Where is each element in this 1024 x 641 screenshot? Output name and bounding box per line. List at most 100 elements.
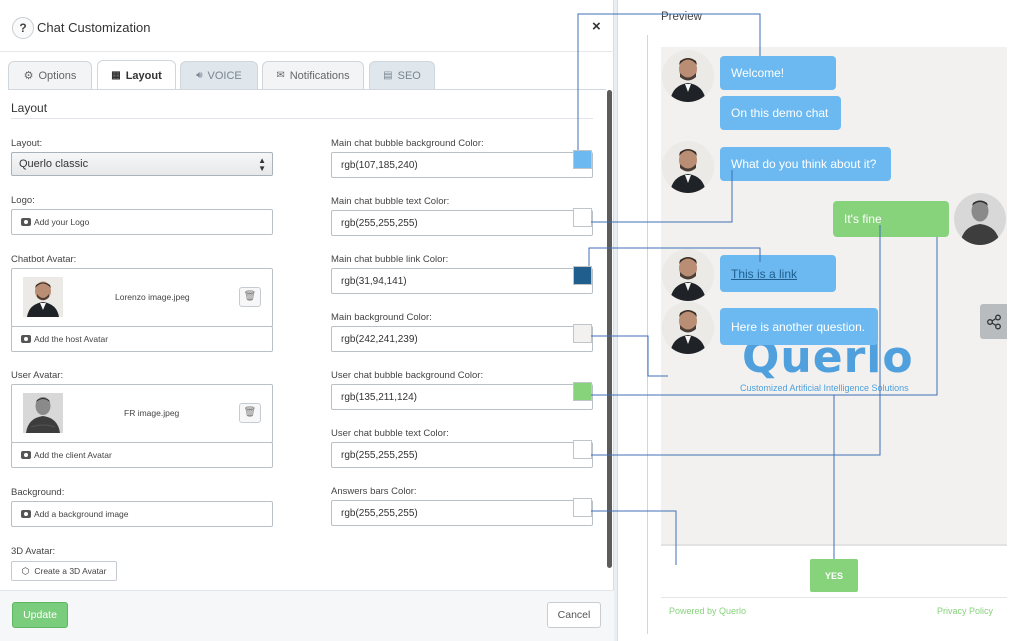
color-label-user-bubble-bg: User chat bubble background Color: [331,370,484,381]
tab-notifications[interactable]: ✉ Notifications [262,61,364,89]
color-swatch-main-background[interactable] [573,324,592,343]
panel-title: Chat Customization [37,20,151,35]
create-3d-avatar-label: Create a 3D Avatar [34,566,107,576]
layout-label: Layout: [11,138,43,149]
color-label-main-bubble-bg: Main chat bubble background Color: [331,138,484,149]
tab-notifications-label: Notifications [289,69,350,82]
tab-options[interactable]: ⚙ Options [8,61,92,89]
answer-button-yes[interactable]: YES [810,559,858,592]
add-background-button[interactable]: Add a background image [11,501,273,527]
camera-icon [21,218,31,226]
chat-bubble-user: It's fine [833,201,949,237]
color-value: rgb(135,211,124) [341,391,417,403]
color-input-main-bubble-link[interactable]: rgb(31,94,141) [331,268,593,294]
color-input-answers-bars[interactable]: rgb(255,255,255) [331,500,593,526]
color-value: rgb(31,94,141) [341,275,407,287]
color-swatch-user-bubble-text[interactable] [573,440,592,459]
powered-by-link[interactable]: Powered by Querlo [669,606,746,616]
logo-label: Logo: [11,195,35,206]
color-value: rgb(107,185,240) [341,159,418,171]
background-label: Background: [11,487,65,498]
share-icon [986,314,1001,329]
layout-icon: ▦ [111,70,121,81]
bot-avatar [662,249,714,301]
add-host-avatar-label: Add the host Avatar [34,334,109,344]
tab-seo-label: SEO [397,69,421,82]
section-divider [11,118,593,119]
close-button[interactable]: × [592,18,601,35]
layout-select[interactable]: Querlo classic ▲ ▼ [11,152,273,176]
color-input-main-bubble-bg[interactable]: rgb(107,185,240) [331,152,593,178]
cancel-button[interactable]: Cancel [547,602,601,628]
tab-divider [8,89,606,90]
camera-icon [21,335,31,343]
add-client-avatar-button[interactable]: Add the client Avatar [11,442,273,468]
color-input-user-bubble-text[interactable]: rgb(255,255,255) [331,442,593,468]
color-input-main-background[interactable]: rgb(242,241,239) [331,326,593,352]
add-logo-label: Add your Logo [34,217,90,227]
color-value: rgb(255,255,255) [341,449,418,461]
color-label-answers-bars: Answers bars Color: [331,486,417,497]
bot-avatar [662,141,714,193]
tab-seo[interactable]: ▤ SEO [369,61,435,89]
chat-bubble-bot: On this demo chat [720,96,841,130]
chatbot-avatar-label: Chatbot Avatar: [11,254,77,265]
color-swatch-main-bubble-bg[interactable] [573,150,592,169]
tab-layout-label: Layout [125,69,162,82]
color-swatch-main-bubble-text[interactable] [573,208,592,227]
chat-bubble-link[interactable]: This is a link [720,255,836,292]
color-label-user-bubble-text: User chat bubble text Color: [331,428,449,439]
bot-avatar [662,302,714,354]
panel-footer [0,590,614,641]
user-avatar [954,193,1006,245]
tab-options-label: Options [38,69,77,82]
chat-bubble-bot: Welcome! [720,56,836,90]
color-label-main-bubble-text: Main chat bubble text Color: [331,196,450,207]
tab-voice-label: VOICE [207,69,242,82]
chat-bubble-bot: What do you think about it? [720,147,891,181]
scrollbar[interactable] [607,90,612,568]
camera-icon [21,451,31,459]
help-button[interactable]: ? [12,17,34,39]
gears-icon: ⚙ [23,70,34,82]
color-swatch-main-bubble-link[interactable] [573,266,592,285]
section-title: Layout [11,101,48,115]
color-swatch-answers-bars[interactable] [573,498,592,517]
chat-bubble-bot: Here is another question. [720,308,878,345]
camera-icon [21,510,31,518]
color-swatch-user-bubble-bg[interactable] [573,382,592,401]
chatbot-avatar-filename: Lorenzo image.jpeg [115,292,190,302]
user-avatar-image [23,393,63,433]
user-avatar-filename: FR image.jpeg [124,408,180,418]
add-logo-button[interactable]: Add your Logo [11,209,273,235]
tab-voice[interactable]: 🔊︎ VOICE [180,61,258,89]
select-arrows-icon: ▲ ▼ [258,156,266,173]
share-button[interactable] [980,304,1007,339]
color-label-main-background: Main background Color: [331,312,432,323]
bot-avatar [662,50,714,102]
add-client-avatar-label: Add the client Avatar [34,450,112,460]
color-value: rgb(255,255,255) [341,217,418,229]
delete-user-avatar-button[interactable]: 🗑︎ [239,403,261,423]
trash-icon: 🗑︎ [243,291,257,302]
update-button[interactable]: Update [12,602,68,628]
color-input-user-bubble-bg[interactable]: rgb(135,211,124) [331,384,593,410]
avatar3d-label: 3D Avatar: [11,546,56,557]
envelope-icon: ✉ [276,70,285,81]
privacy-policy-link[interactable]: Privacy Policy [937,606,993,616]
trash-icon: 🗑︎ [243,407,257,418]
cube-icon: ⬡ [21,565,30,576]
delete-chatbot-avatar-button[interactable]: 🗑︎ [239,287,261,307]
user-avatar-label: User Avatar: [11,370,64,381]
color-input-main-bubble-text[interactable]: rgb(255,255,255) [331,210,593,236]
chatbot-avatar-image [23,277,63,317]
preview-title: Preview [661,11,702,23]
layout-select-value: Querlo classic [19,158,89,170]
speaker-icon: 🔊︎ [196,70,203,81]
tab-layout[interactable]: ▦ Layout [97,60,176,90]
add-host-avatar-button[interactable]: Add the host Avatar [11,326,273,352]
document-icon: ▤ [383,70,393,81]
add-background-label: Add a background image [34,509,129,519]
querlo-tagline: Customized Artificial Intelligence Solut… [740,383,909,393]
create-3d-avatar-button[interactable]: ⬡ Create a 3D Avatar [11,561,117,581]
